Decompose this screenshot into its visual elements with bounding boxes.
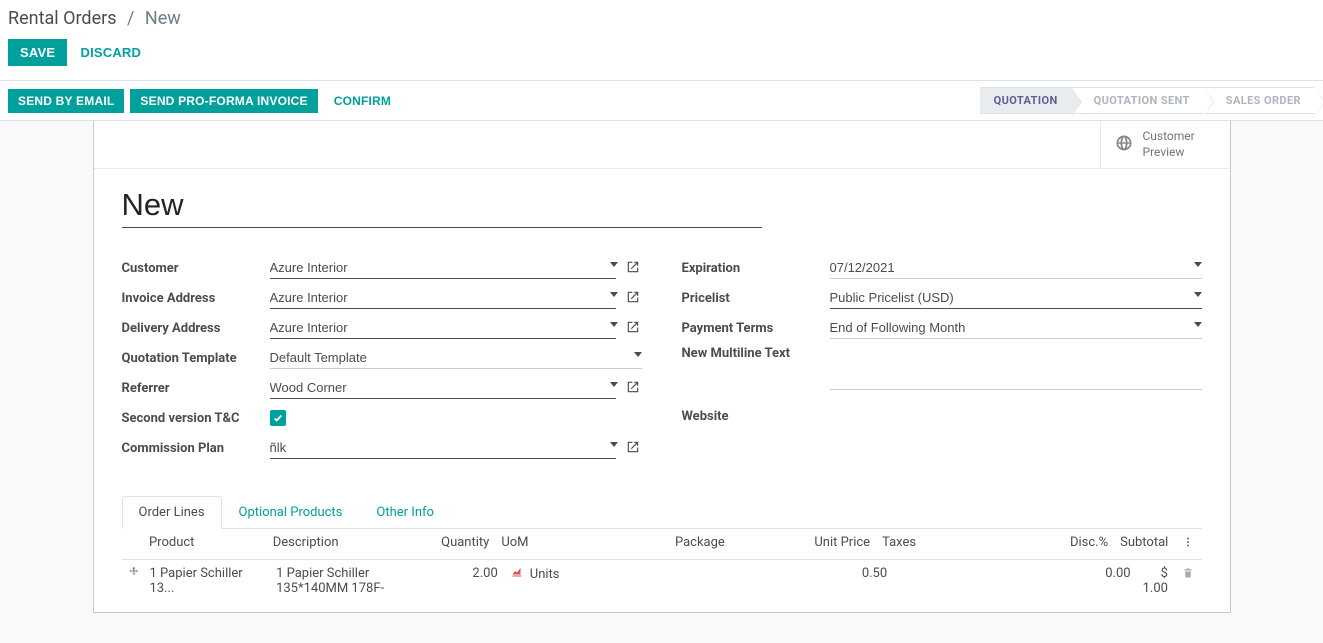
col-product: Product (143, 535, 267, 550)
cell-unit-price[interactable]: 0.50 (796, 566, 893, 581)
tab-optional-products[interactable]: Optional Products (222, 496, 360, 529)
expiration-label: Expiration (682, 261, 830, 276)
drag-handle-icon[interactable] (122, 566, 144, 582)
send-proforma-button[interactable]: SEND PRO-FORMA INVOICE (130, 89, 317, 113)
commission-plan-label: Commission Plan (122, 441, 270, 456)
delete-row-icon[interactable] (1174, 566, 1202, 584)
second-tc-checkbox[interactable] (270, 410, 286, 426)
external-link-icon[interactable] (626, 320, 642, 336)
tab-order-lines[interactable]: Order Lines (122, 496, 222, 529)
customer-preview-label-2: Preview (1143, 145, 1195, 161)
cell-disc[interactable]: 0.00 (1029, 566, 1136, 581)
col-uom: UoM (495, 535, 619, 550)
col-quantity: Quantity (409, 535, 495, 550)
delivery-address-label: Delivery Address (122, 321, 270, 336)
expiration-input[interactable] (830, 258, 1202, 279)
external-link-icon[interactable] (626, 440, 642, 456)
commission-plan-input[interactable] (270, 438, 616, 459)
chart-area-icon (510, 566, 524, 582)
col-taxes: Taxes (876, 535, 1009, 550)
invoice-address-label: Invoice Address (122, 291, 270, 306)
status-sales-order[interactable]: SALES ORDER (1204, 87, 1315, 114)
payment-terms-label: Payment Terms (682, 321, 830, 336)
col-subtotal: Subtotal (1114, 535, 1174, 550)
status-bar: QUOTATION QUOTATION SENT SALES ORDER (980, 87, 1315, 114)
status-quotation[interactable]: QUOTATION (980, 87, 1072, 114)
quotation-template-input[interactable] (270, 348, 642, 369)
customer-label: Customer (122, 261, 270, 276)
column-options-icon[interactable] (1174, 535, 1201, 553)
table-row[interactable]: 1 Papier Schiller 13... 1 Papier Schille… (122, 560, 1202, 602)
confirm-button[interactable]: CONFIRM (324, 89, 401, 113)
new-multiline-label: New Multiline Text (682, 346, 830, 361)
globe-icon (1115, 134, 1133, 156)
referrer-label: Referrer (122, 381, 270, 396)
cell-quantity[interactable]: 2.00 (416, 566, 504, 581)
cell-subtotal: $ 1.00 (1137, 566, 1174, 596)
col-unit-price: Unit Price (781, 535, 876, 550)
pricelist-label: Pricelist (682, 291, 830, 306)
external-link-icon[interactable] (626, 380, 642, 396)
customer-preview-button[interactable]: Customer Preview (1100, 121, 1230, 168)
order-title-input[interactable] (122, 185, 762, 228)
tab-other-info[interactable]: Other Info (359, 496, 451, 529)
customer-input[interactable] (270, 258, 616, 279)
breadcrumb-root[interactable]: Rental Orders (8, 8, 117, 29)
delivery-address-input[interactable] (270, 318, 616, 339)
external-link-icon[interactable] (626, 290, 642, 306)
website-label: Website (682, 409, 830, 424)
col-package: Package (619, 535, 781, 550)
send-by-email-button[interactable]: SEND BY EMAIL (8, 89, 124, 113)
breadcrumb: Rental Orders / New (8, 8, 1315, 29)
payment-terms-input[interactable] (830, 318, 1202, 339)
col-description: Description (267, 535, 410, 550)
external-link-icon[interactable] (626, 260, 642, 276)
cell-product[interactable]: 1 Papier Schiller 13... (144, 566, 271, 596)
quotation-template-label: Quotation Template (122, 351, 270, 366)
second-tc-label: Second version T&C (122, 411, 270, 426)
cell-description[interactable]: 1 Papier Schiller 135*140MM 178F- (270, 566, 416, 596)
discard-button[interactable]: DISCARD (70, 39, 151, 66)
pricelist-input[interactable] (830, 288, 1202, 309)
save-button[interactable]: SAVE (8, 39, 67, 66)
customer-preview-label-1: Customer (1143, 129, 1195, 145)
invoice-address-input[interactable] (270, 288, 616, 309)
breadcrumb-current: New (145, 8, 181, 29)
referrer-input[interactable] (270, 378, 616, 399)
col-disc: Disc.% (1009, 535, 1114, 550)
new-multiline-input[interactable] (830, 370, 1202, 390)
cell-uom[interactable]: Units (530, 567, 560, 582)
status-quotation-sent[interactable]: QUOTATION SENT (1072, 87, 1204, 114)
